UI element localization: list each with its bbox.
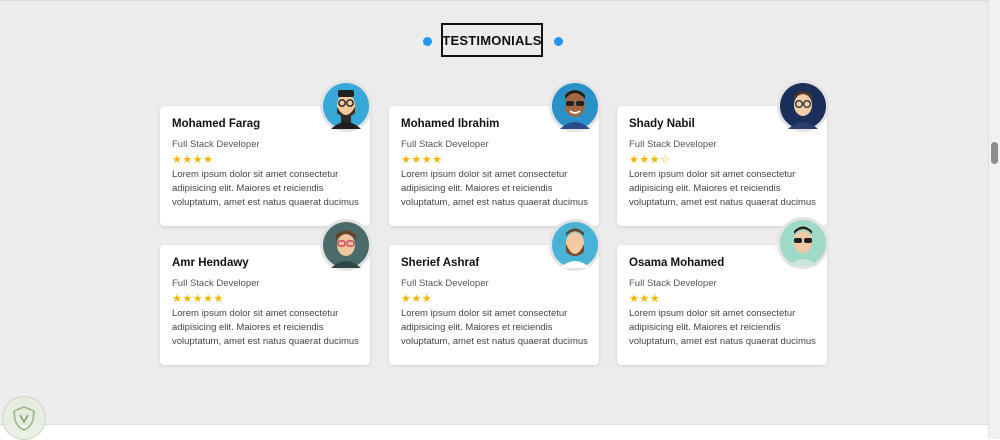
scrollbar-thumb[interactable] [991,142,998,164]
reviewer-role: Full Stack Developer [172,278,260,289]
next-section-edge [0,424,988,440]
reviewer-role: Full Stack Developer [172,139,260,150]
rating-stars: ★★★★★ [172,292,224,305]
rating-stars: ★★★☆ [629,153,671,166]
reviewer-name: Mohamed Ibrahim [401,118,500,130]
avatar-icon [320,219,372,271]
testimonial-text: Lorem ipsum dolor sit amet consectetur a… [172,308,359,347]
rating-stars: ★★★ [629,292,661,305]
avatar-icon [549,219,601,271]
section-header: TESTIMONIALS [0,23,988,61]
reviewer-role: Full Stack Developer [629,278,717,289]
reviewer-name: Mohamed Farag [172,118,261,130]
avatar-icon [777,80,829,132]
testimonial-text: Lorem ipsum dolor sit amet consectetur a… [401,169,588,208]
title-dot-right [554,37,563,46]
testimonial-text: Lorem ipsum dolor sit amet consectetur a… [172,169,359,208]
rating-stars: ★★★ [401,292,433,305]
reviewer-role: Full Stack Developer [401,139,489,150]
avatar-icon [320,80,372,132]
shield-logo-icon [2,396,46,440]
avatar-icon [549,80,601,132]
reviewer-name: Amr Hendawy [172,257,249,269]
reviewer-role: Full Stack Developer [401,278,489,289]
testimonial-text: Lorem ipsum dolor sit amet consectetur a… [629,308,816,347]
rating-stars: ★★★★ [172,153,214,166]
avatar-icon [777,217,829,269]
vertical-scrollbar[interactable] [988,0,1000,439]
reviewer-role: Full Stack Developer [629,139,717,150]
reviewer-name: Osama Mohamed [629,257,725,269]
rating-stars: ★★★★ [401,153,443,166]
title-dot-left [423,37,432,46]
testimonials-section: TESTIMONIALS Mohamed Farag Full Stack De… [0,0,988,425]
testimonial-text: Lorem ipsum dolor sit amet consectetur a… [629,169,816,208]
section-title: TESTIMONIALS [441,23,543,57]
reviewer-name: Shady Nabil [629,118,695,130]
testimonial-text: Lorem ipsum dolor sit amet consectetur a… [401,308,588,347]
reviewer-name: Sherief Ashraf [401,257,480,269]
